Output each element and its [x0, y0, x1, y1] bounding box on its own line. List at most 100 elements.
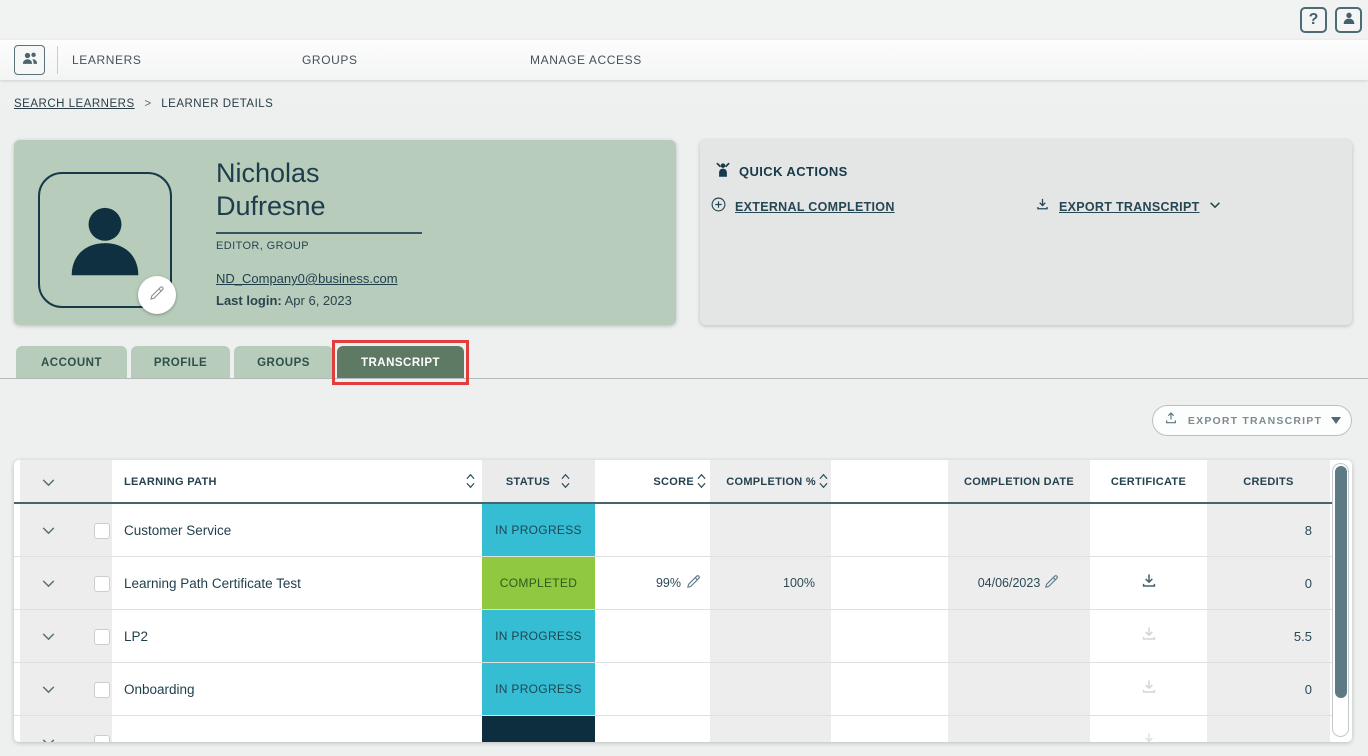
sort-icon[interactable]	[696, 472, 707, 493]
upload-icon	[1163, 410, 1179, 431]
certificate-download-icon	[1139, 624, 1159, 649]
breadcrumb-separator: >	[144, 98, 152, 110]
table-scrollbar-thumb[interactable]	[1334, 465, 1347, 698]
certificate-cell	[1090, 610, 1207, 662]
score-value: 99%	[655, 576, 681, 590]
sort-icon[interactable]	[818, 472, 829, 493]
breadcrumb-search-learners-link[interactable]: SEARCH LEARNERS	[14, 98, 135, 110]
tabs-underline	[0, 378, 1368, 379]
account-button[interactable]	[1335, 7, 1362, 33]
cheering-person-icon	[714, 161, 732, 182]
export-transcript-button[interactable]: EXPORT TRANSCRIPT	[1152, 405, 1352, 436]
completion-date-header-label: COMPLETION DATE	[963, 476, 1074, 488]
row-expand-chevron-icon[interactable]	[40, 628, 57, 650]
name-underline	[216, 232, 422, 234]
external-completion-label: EXTERNAL COMPLETION	[735, 200, 895, 214]
expand-all-chevron-icon[interactable]	[40, 460, 57, 504]
caret-down-icon	[1331, 417, 1342, 424]
learner-role: EDITOR, GROUP	[216, 240, 310, 252]
tab-profile[interactable]: PROFILE	[131, 346, 230, 379]
profile-card: Nicholas Dufresne EDITOR, GROUP ND_Compa…	[14, 140, 676, 325]
credits-value: 8	[1304, 522, 1312, 538]
row-expand-chevron-icon[interactable]	[40, 522, 57, 544]
person-icon	[1341, 10, 1357, 31]
learner-details-screen: ? LEARNERS GROUPS MANAGE ACCESS SEARCH L…	[0, 0, 1368, 756]
quick-actions-card: QUICK ACTIONS EXTERNAL COMPLETION EXPORT…	[700, 140, 1352, 325]
edit-date-pencil-icon[interactable]	[1043, 573, 1060, 593]
completion-pct-header-label: COMPLETION %	[726, 476, 816, 488]
download-icon	[1034, 196, 1051, 218]
export-transcript-link[interactable]: EXPORT TRANSCRIPT	[1034, 196, 1222, 218]
tab-transcript[interactable]: TRANSCRIPT	[337, 346, 464, 379]
learner-email-link[interactable]: ND_Company0@business.com	[216, 271, 398, 286]
completion-pct-value: 100%	[783, 576, 815, 590]
certificate-download-icon[interactable]	[1139, 571, 1159, 596]
breadcrumb-current: LEARNER DETAILS	[161, 98, 274, 110]
credits-header-label: CREDITS	[1243, 476, 1294, 488]
top-strip	[0, 0, 1368, 40]
edit-avatar-button[interactable]	[138, 276, 176, 314]
edit-score-pencil-icon[interactable]	[685, 573, 702, 593]
nav-divider	[57, 46, 58, 74]
learners-home-button[interactable]	[14, 45, 45, 75]
learning-path-name: Onboarding	[124, 681, 195, 697]
certificate-cell	[1090, 557, 1207, 609]
external-completion-link[interactable]: EXTERNAL COMPLETION	[710, 196, 895, 218]
breadcrumb: SEARCH LEARNERS > LEARNER DETAILS	[14, 98, 273, 110]
column-header-completion-date: COMPLETION DATE	[948, 460, 1090, 504]
table-row: Onboarding IN PROGRESS 0	[14, 663, 1344, 716]
column-header-score: SCORE	[595, 460, 707, 504]
transcript-table: LEARNING PATH STATUS SCORE COMPLETION % …	[14, 460, 1352, 742]
row-checkbox[interactable]	[94, 682, 110, 698]
column-header-learning-path: LEARNING PATH	[124, 460, 476, 504]
quick-actions-header: QUICK ACTIONS	[714, 161, 848, 182]
nav-item-manage-access[interactable]: MANAGE ACCESS	[530, 40, 642, 80]
nav-item-groups[interactable]: GROUPS	[302, 40, 358, 80]
learner-first-name: Nicholas	[216, 158, 320, 188]
learning-path-header-label: LEARNING PATH	[124, 476, 217, 488]
row-checkbox[interactable]	[94, 576, 110, 592]
table-row: Learning Path Certificate Test COMPLETED…	[14, 557, 1344, 610]
last-login: Last login: Apr 6, 2023	[216, 293, 352, 308]
tab-groups[interactable]: GROUPS	[234, 346, 333, 379]
status-badge	[482, 716, 595, 742]
row-expand-chevron-icon[interactable]	[40, 575, 57, 597]
learning-path-name: Learning Path Certificate Test	[124, 575, 301, 591]
certificate-download-icon	[1139, 730, 1159, 742]
certificate-cell	[1090, 663, 1207, 715]
column-header-certificate: CERTIFICATE	[1090, 460, 1207, 504]
nav-item-learners[interactable]: LEARNERS	[72, 40, 142, 80]
sort-icon[interactable]	[560, 472, 571, 493]
export-transcript-button-label: EXPORT TRANSCRIPT	[1187, 414, 1323, 427]
question-mark-icon: ?	[1308, 11, 1319, 28]
tab-account[interactable]: ACCOUNT	[16, 346, 127, 379]
quick-actions-title: QUICK ACTIONS	[739, 164, 848, 179]
certificate-download-icon	[1139, 677, 1159, 702]
row-checkbox[interactable]	[94, 523, 110, 539]
column-header-completion-pct: COMPLETION %	[710, 460, 829, 504]
learner-name: Nicholas Dufresne	[216, 157, 326, 223]
sort-icon[interactable]	[465, 472, 476, 493]
credits-value: 0	[1304, 681, 1312, 697]
learning-path-name: LP2	[124, 628, 149, 644]
table-row	[14, 716, 1344, 742]
learner-last-name: Dufresne	[216, 191, 326, 221]
help-button[interactable]: ?	[1300, 7, 1327, 33]
certificate-cell	[1090, 716, 1207, 742]
person-icon	[71, 207, 139, 276]
chevron-down-icon	[1208, 198, 1222, 217]
table-scrollbar-track[interactable]	[1332, 463, 1349, 737]
credits-value: 5.5	[1293, 628, 1312, 644]
row-checkbox[interactable]	[94, 735, 110, 742]
row-expand-chevron-icon[interactable]	[40, 734, 57, 742]
completion-date-cell: 04/06/2023	[948, 557, 1090, 609]
status-header-label: STATUS	[505, 476, 551, 488]
pencil-icon	[148, 284, 166, 307]
table-row: LP2 IN PROGRESS 5.5	[14, 610, 1344, 663]
table-header: LEARNING PATH STATUS SCORE COMPLETION % …	[14, 460, 1344, 504]
row-expand-chevron-icon[interactable]	[40, 681, 57, 703]
row-checkbox[interactable]	[94, 629, 110, 645]
people-icon	[20, 48, 40, 73]
column-header-credits: CREDITS	[1207, 460, 1330, 504]
certificate-header-label: CERTIFICATE	[1110, 476, 1187, 488]
